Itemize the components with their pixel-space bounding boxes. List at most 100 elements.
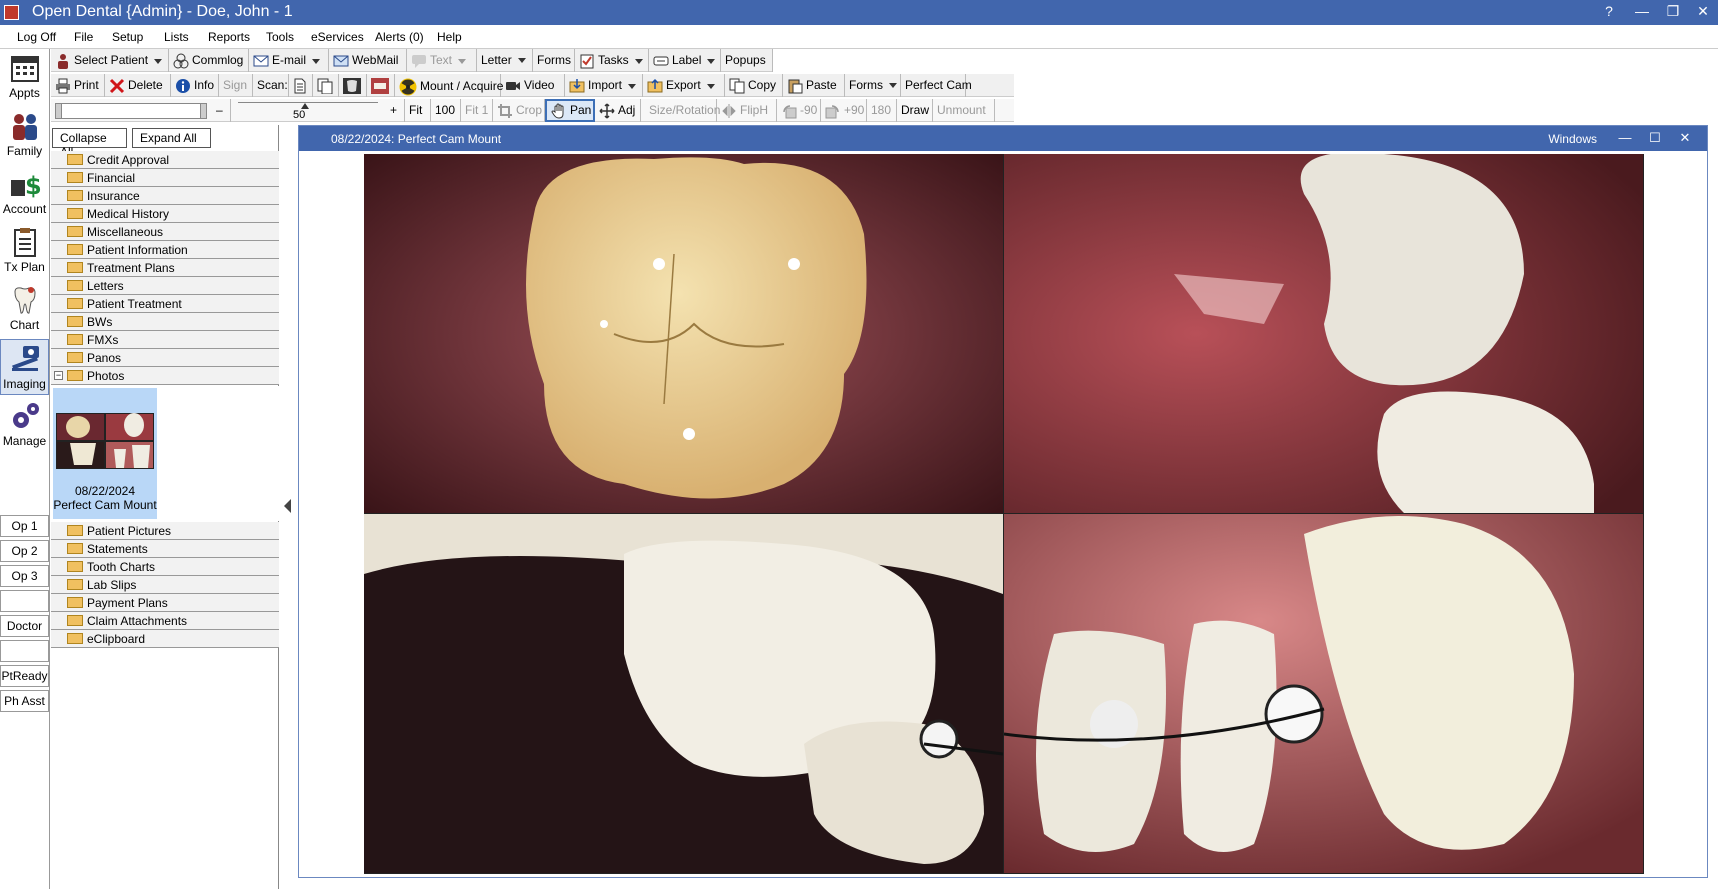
- print-button[interactable]: Print: [51, 74, 105, 97]
- folder-node[interactable]: Payment Plans: [51, 594, 279, 612]
- minimize-button[interactable]: —: [1627, 3, 1657, 19]
- rotate-plus90-button[interactable]: +90: [821, 99, 867, 122]
- menu-file[interactable]: File: [74, 30, 93, 44]
- ptready-button[interactable]: PtReady: [0, 665, 49, 687]
- slider-handle-right[interactable]: [200, 104, 206, 118]
- forms-dropdown-button[interactable]: Forms: [845, 74, 901, 97]
- folder-node[interactable]: Patient Information: [51, 241, 279, 259]
- letter-button[interactable]: Letter: [477, 49, 533, 72]
- op-blank-button[interactable]: [0, 590, 49, 612]
- folder-node[interactable]: Letters: [51, 277, 279, 295]
- folder-node[interactable]: Patient Pictures: [51, 522, 279, 540]
- commlog-button[interactable]: Commlog: [169, 49, 249, 72]
- folder-node[interactable]: Miscellaneous: [51, 223, 279, 241]
- select-patient-button[interactable]: Select Patient: [51, 49, 169, 72]
- delete-button[interactable]: Delete: [105, 74, 171, 97]
- zoom-slider[interactable]: 50: [233, 99, 383, 122]
- menu-log-off[interactable]: Log Off: [17, 30, 56, 44]
- info-button[interactable]: Info: [171, 74, 219, 97]
- module-family[interactable]: Family: [0, 107, 49, 163]
- photo-gingiva[interactable]: [1004, 154, 1643, 513]
- folder-node[interactable]: FMXs: [51, 331, 279, 349]
- folder-node[interactable]: eClipboard: [51, 630, 279, 648]
- text-button[interactable]: Text: [407, 49, 477, 72]
- import-button[interactable]: Import: [565, 74, 643, 97]
- zoom-100-button[interactable]: 100: [431, 99, 461, 122]
- menu-tools[interactable]: Tools: [266, 30, 294, 44]
- expand-all-button[interactable]: Expand All: [132, 128, 211, 148]
- scan-xray-button[interactable]: [339, 74, 367, 97]
- folder-node[interactable]: Medical History: [51, 205, 279, 223]
- menu-alerts[interactable]: Alerts (0): [375, 30, 424, 44]
- op-1-button[interactable]: Op 1: [0, 515, 49, 537]
- pan-button[interactable]: Pan: [545, 99, 595, 122]
- label-button[interactable]: Label: [649, 49, 721, 72]
- forms-button[interactable]: Forms: [533, 49, 575, 72]
- photo-molar-occlusal[interactable]: [364, 154, 1003, 513]
- mount-maximize-button[interactable]: ☐: [1643, 130, 1667, 146]
- photo-anterior-left[interactable]: [364, 514, 1003, 873]
- module-chart[interactable]: Chart: [0, 281, 49, 337]
- mount-acquire-button[interactable]: Mount / Acquire: [395, 74, 503, 97]
- photo-anterior-right[interactable]: [1004, 514, 1643, 873]
- menu-lists[interactable]: Lists: [164, 30, 189, 44]
- size-rotation-button[interactable]: Size/Rotation: [641, 99, 720, 122]
- draw-button[interactable]: Draw: [897, 99, 933, 122]
- folder-node[interactable]: Credit Approval: [51, 151, 279, 169]
- module-imaging[interactable]: Imaging: [0, 339, 49, 395]
- tasks-button[interactable]: Tasks: [575, 49, 649, 72]
- slider-handle-left[interactable]: [56, 104, 62, 118]
- paste-button[interactable]: Paste: [783, 74, 845, 97]
- crop-button[interactable]: Crop: [493, 99, 545, 122]
- folder-node[interactable]: Lab Slips: [51, 576, 279, 594]
- op-blank-button[interactable]: [0, 640, 49, 662]
- email-button[interactable]: E-mail: [249, 49, 329, 72]
- sign-button[interactable]: Sign: [219, 74, 253, 97]
- perfect-cam-button[interactable]: Perfect Cam: [901, 74, 972, 97]
- folder-node[interactable]: Tooth Charts: [51, 558, 279, 576]
- mount-minimize-button[interactable]: —: [1613, 130, 1637, 145]
- folder-node[interactable]: BWs: [51, 313, 279, 331]
- menu-setup[interactable]: Setup: [112, 30, 143, 44]
- collapse-arrow-icon[interactable]: [284, 499, 291, 513]
- menu-reports[interactable]: Reports: [208, 30, 250, 44]
- folder-node[interactable]: Financial: [51, 169, 279, 187]
- menu-help[interactable]: Help: [437, 30, 462, 44]
- help-button[interactable]: ?: [1594, 3, 1624, 19]
- zoom-in-button[interactable]: +: [385, 99, 405, 122]
- fliph-button[interactable]: FlipH: [717, 99, 777, 122]
- op-3-button[interactable]: Op 3: [0, 565, 49, 587]
- folder-node[interactable]: Insurance: [51, 187, 279, 205]
- rotate-minus90-button[interactable]: -90: [777, 99, 821, 122]
- brightness-slider[interactable]: [55, 103, 207, 119]
- folder-node[interactable]: − Photos: [51, 367, 279, 385]
- ph-asst-button[interactable]: Ph Asst: [0, 690, 49, 712]
- rotate-180-button[interactable]: 180: [867, 99, 897, 122]
- folder-node[interactable]: Panos: [51, 349, 279, 367]
- mount-close-button[interactable]: ✕: [1673, 130, 1697, 146]
- adj-button[interactable]: Adj: [595, 99, 641, 122]
- panel-splitter[interactable]: [280, 125, 298, 889]
- windows-menu[interactable]: Windows: [1548, 132, 1597, 146]
- copy-button[interactable]: Copy: [725, 74, 783, 97]
- scan-multipage-button[interactable]: [313, 74, 339, 97]
- collapse-toggle-icon[interactable]: −: [54, 371, 63, 380]
- folder-node[interactable]: Claim Attachments: [51, 612, 279, 630]
- restore-button[interactable]: ❐: [1658, 3, 1688, 20]
- collapse-all-button[interactable]: Collapse All: [52, 128, 127, 159]
- folder-node[interactable]: Patient Treatment: [51, 295, 279, 313]
- module-tx-plan[interactable]: Tx Plan: [0, 223, 49, 279]
- module-manage[interactable]: Manage: [0, 397, 49, 453]
- mount-photos[interactable]: [364, 154, 1644, 874]
- video-button[interactable]: Video: [501, 74, 565, 97]
- mount-thumbnail[interactable]: 08/22/2024 Perfect Cam Mount: [53, 388, 157, 519]
- popups-button[interactable]: Popups: [721, 49, 773, 72]
- module-appts[interactable]: Appts: [0, 49, 49, 105]
- menu-eservices[interactable]: eServices: [311, 30, 364, 44]
- webmail-button[interactable]: WebMail: [329, 49, 407, 72]
- module-account[interactable]: $ Account: [0, 165, 49, 221]
- op-2-button[interactable]: Op 2: [0, 540, 49, 562]
- scan-document-button[interactable]: [289, 74, 313, 97]
- folder-node[interactable]: Treatment Plans: [51, 259, 279, 277]
- close-button[interactable]: ✕: [1688, 3, 1718, 20]
